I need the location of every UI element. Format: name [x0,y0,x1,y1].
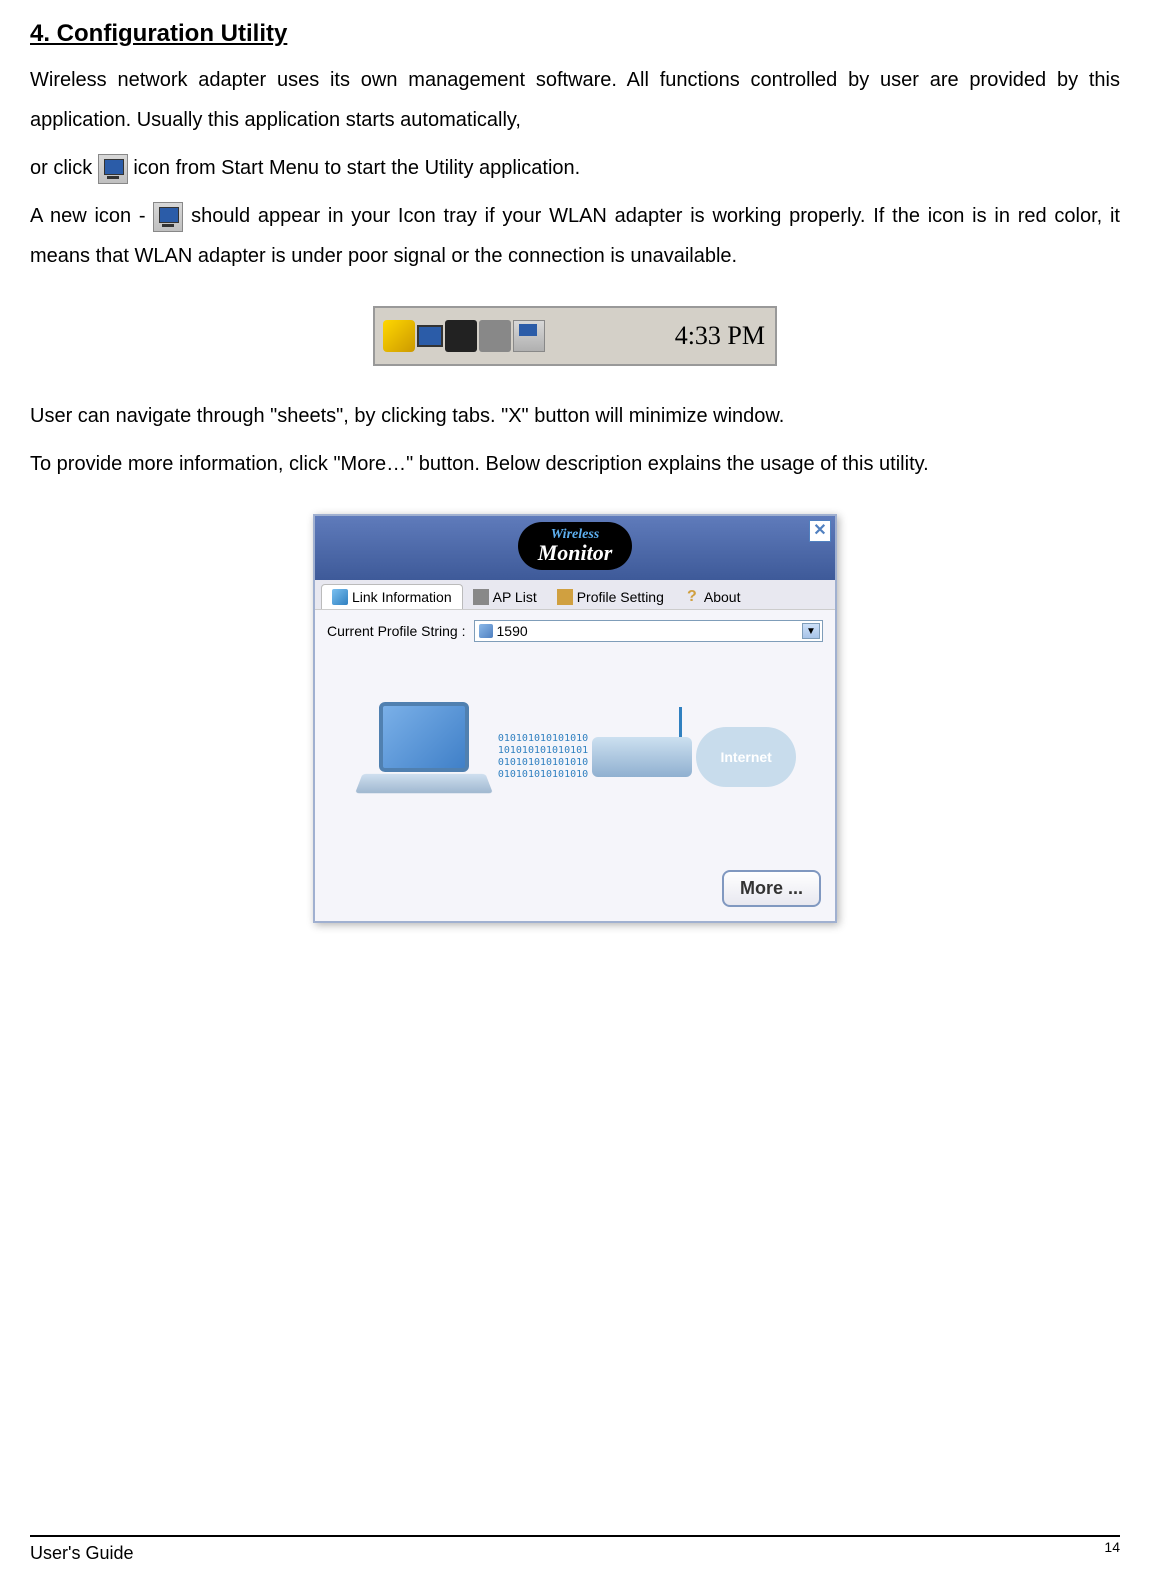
router-graphic [592,737,692,777]
about-icon: ? [684,589,700,605]
more-button[interactable]: More ... [722,870,821,907]
paragraph-1: Wireless network adapter uses its own ma… [30,60,1120,140]
tab-link-information[interactable]: Link Information [321,584,463,609]
paragraph-3: A new icon - should appear in your Icon … [30,196,1120,276]
network-icon [445,320,477,352]
more-button-row: More ... [315,862,835,921]
antenna-icon [679,707,682,737]
tab-about-label: About [704,589,741,605]
paragraph-4: User can navigate through "sheets", by c… [30,396,1120,436]
tab-link-label: Link Information [352,589,452,605]
page-number: 14 [1104,1539,1120,1560]
close-button[interactable]: ✕ [809,520,831,542]
profile-label: Current Profile String : [327,623,466,639]
wireless-monitor-window: Wireless Monitor ✕ Link Information AP L… [313,514,837,923]
tab-about[interactable]: ? About [674,584,751,609]
link-info-icon [332,589,348,605]
sound-icon [383,320,415,352]
p2-pre: or click [30,157,98,179]
profile-setting-icon [557,589,573,605]
ap-list-icon [473,589,489,605]
tray-wlan-icon [153,202,183,232]
title-monitor: Monitor [538,540,613,565]
tab-profile-label: Profile Setting [577,589,664,605]
profile-value: 1590 [497,623,528,639]
p3-pre: A new icon - [30,205,153,227]
paragraph-5: To provide more information, click "More… [30,444,1120,484]
tab-ap-label: AP List [493,589,537,605]
p3-post: should appear in your Icon tray if your … [30,205,1120,267]
tray-icons-group [377,310,587,362]
connection-illustration: 010101010101010 101010101010101 01010101… [315,652,835,862]
p2-post: icon from Start Menu to start the Utilit… [133,157,580,179]
profile-row: Current Profile String : 1590 ▼ [315,610,835,652]
system-tray-screenshot: 4:33 PM [373,306,777,366]
page-footer: User's Guide 14 [30,1535,1120,1564]
laptop-graphic [354,702,494,812]
tab-ap-list[interactable]: AP List [463,584,547,609]
tab-profile-setting[interactable]: Profile Setting [547,584,674,609]
wlan-tray-icon [513,320,545,352]
footer-guide-label: User's Guide [30,1543,133,1564]
device-icon [479,320,511,352]
start-menu-utility-icon [98,154,128,184]
tabs-row: Link Information AP List Profile Setting… [315,580,835,610]
monitor-titlebar: Wireless Monitor ✕ [315,516,835,580]
display-icon [417,325,443,347]
paragraph-2: or click icon from Start Menu to start t… [30,148,1120,188]
profile-item-icon [479,624,493,638]
tray-clock: 4:33 PM [675,308,765,364]
profile-dropdown[interactable]: 1590 ▼ [474,620,824,642]
monitor-title-logo: Wireless Monitor [518,522,633,570]
binary-stream: 010101010101010 101010101010101 01010101… [498,733,588,781]
internet-cloud: Internet [696,727,796,787]
chevron-down-icon: ▼ [802,623,820,639]
section-heading: 4. Configuration Utility [30,20,1120,48]
